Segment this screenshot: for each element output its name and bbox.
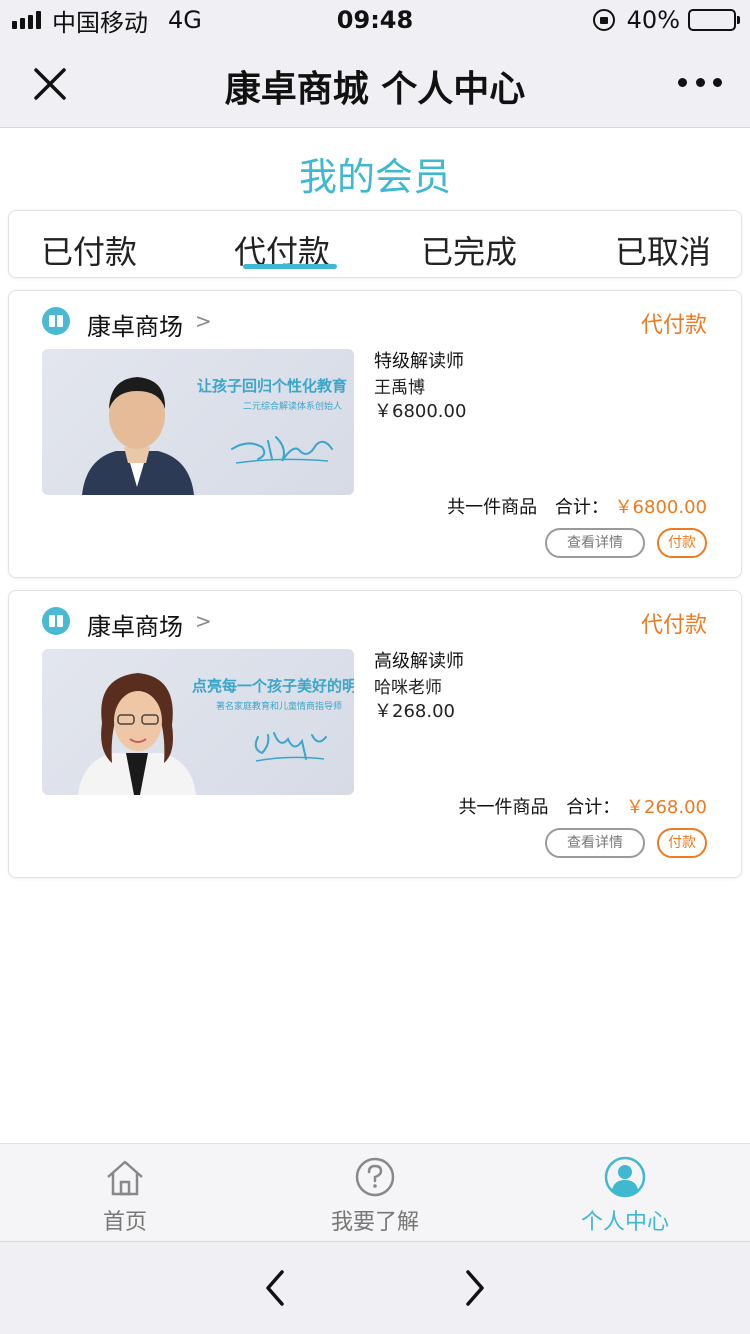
status-right: 40% [592,0,740,40]
chevron-right-icon [466,1270,484,1306]
pay-button[interactable]: 付款 [657,528,707,558]
total-label: 合计： [566,797,621,818]
item-count: 共一件商品 [458,797,549,818]
total-amount: ￥268.00 [626,797,707,818]
nav-title: 康卓商城 个人中心 [224,69,526,110]
order-summary: 共一件商品 合计： ￥6800.00 [447,493,707,519]
teacher-name: 王禹博 [374,378,425,398]
order-status: 代付款 [640,613,707,638]
order-summary: 共一件商品 合计： ￥268.00 [459,793,707,819]
rotation-lock-icon [592,9,615,31]
order-tabs: 已付款 代付款 已完成 已取消 [8,210,742,278]
image-slogan: 让孩子回归个性化教育 [196,377,347,395]
order-card: 康卓商场 > 代付款 点亮每一个孩子美好的明天 著名家庭教育和儿童情商指导师 高… [8,590,742,878]
bottom-tab-learn-more[interactable]: 我要了解 [250,1144,500,1242]
battery-icon [688,9,740,31]
image-subtitle: 著名家庭教育和儿童情商指导师 [215,702,342,712]
view-details-button[interactable]: 查看详情 [545,528,645,558]
signature-icon [254,732,327,762]
product-price: ￥268.00 [374,701,455,722]
back-button[interactable] [258,1268,294,1308]
total-label: 合计： [554,497,609,518]
nav-bar: 康卓商城 个人中心 [0,40,750,128]
store-arrow-icon[interactable]: > [195,309,212,333]
tab-completed[interactable]: 已完成 [421,227,517,273]
product-image[interactable]: 让孩子回归个性化教育 二元综合解读体系创始人 [42,349,354,495]
bottom-tab-label: 我要了解 [330,1210,419,1235]
order-status: 代付款 [640,313,707,338]
pay-button[interactable]: 付款 [657,828,707,858]
teacher-portrait-icon [78,673,196,795]
chevron-left-icon [266,1270,284,1306]
order-card: 康卓商场 > 代付款 让孩子回归个性化教育 二元综合解读体系创始人 特级解读师 … [8,290,742,578]
more-dot-icon [695,78,705,87]
store-arrow-icon[interactable]: > [195,609,212,633]
more-dot-icon [713,78,722,87]
status-bar: 中国移动 4G 09:48 40% [0,0,750,40]
product-name[interactable]: 特级解读师 [374,347,464,373]
bottom-tab-label: 个人中心 [580,1210,669,1235]
product-name[interactable]: 高级解读师 [374,647,464,673]
store-name[interactable]: 康卓商场 [87,307,183,342]
signature-icon [231,436,333,464]
bottom-tab-home[interactable]: 首页 [0,1144,250,1242]
bottom-tab-bar: 首页 我要了解 个人中心 [0,1143,750,1241]
forward-button[interactable] [456,1268,492,1308]
store-book-icon [42,307,70,335]
question-icon [355,1157,395,1197]
bottom-tab-label: 首页 [102,1210,147,1235]
user-icon [604,1156,646,1198]
more-dot-icon [678,78,687,87]
bottom-tab-profile[interactable]: 个人中心 [500,1144,750,1242]
teacher-name: 哈咪老师 [374,678,442,698]
home-icon [107,1160,143,1196]
store-name[interactable]: 康卓商场 [87,607,183,642]
image-slogan: 点亮每一个孩子美好的明天 [192,677,354,695]
product-price: ￥6800.00 [374,401,467,422]
view-details-button[interactable]: 查看详情 [545,828,645,858]
tab-paid[interactable]: 已付款 [41,227,137,273]
battery-percent: 40% [626,6,680,34]
total-amount: ￥6800.00 [614,497,707,518]
browser-toolbar [0,1241,750,1334]
teacher-portrait-icon [82,377,194,495]
item-count: 共一件商品 [447,497,538,518]
product-image[interactable]: 点亮每一个孩子美好的明天 著名家庭教育和儿童情商指导师 [42,649,354,795]
page-title: 我的会员 [298,155,451,199]
image-subtitle: 二元综合解读体系创始人 [242,402,342,412]
store-book-icon [42,607,70,635]
more-button[interactable] [678,78,722,90]
active-tab-indicator [243,264,337,269]
tab-cancelled[interactable]: 已取消 [615,227,711,273]
